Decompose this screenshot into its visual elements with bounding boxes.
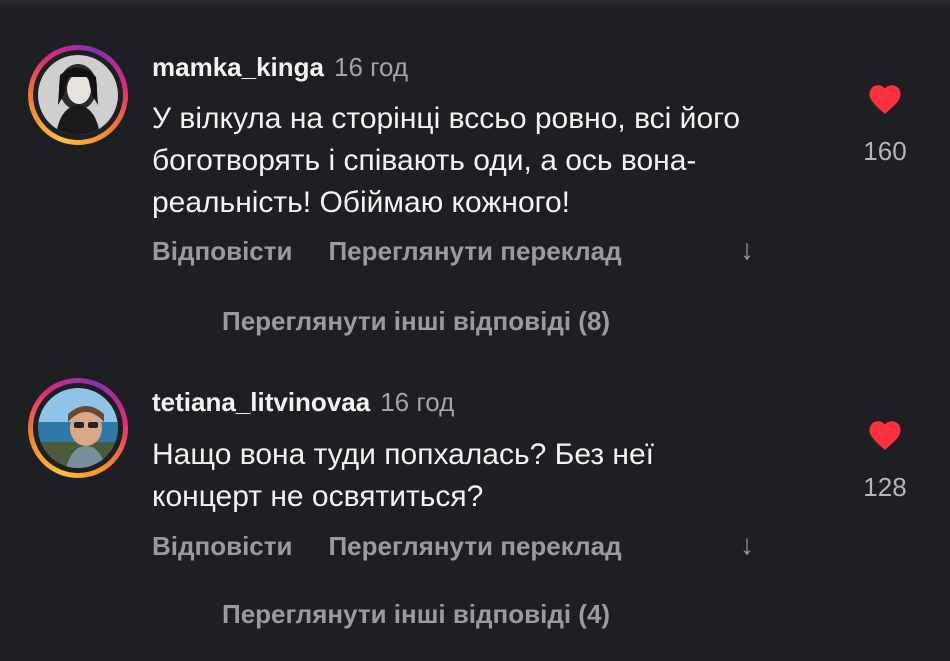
view-more-replies-button[interactable]: Переглянути інші відповіді (8) <box>222 306 610 337</box>
like-button[interactable]: 160 <box>855 84 915 167</box>
view-more-replies-button[interactable]: Переглянути інші відповіді (4) <box>222 599 610 630</box>
heart-icon[interactable] <box>868 420 902 450</box>
arrow-down-icon[interactable]: ↓ <box>740 234 754 266</box>
comment-text: Нащо вона туди попхалась? Без неї концер… <box>152 438 655 513</box>
view-translation-button[interactable]: Переглянути переклад <box>328 531 621 562</box>
comment-timestamp: 16 год <box>333 52 409 82</box>
like-count: 160 <box>863 136 907 166</box>
like-count: 128 <box>863 472 907 502</box>
comment-text: У вілкула на сторінці вссьо ровно, всі й… <box>152 102 741 219</box>
scroll-top-edge <box>0 0 950 8</box>
arrow-down-icon[interactable]: ↓ <box>740 529 754 561</box>
comment-username[interactable]: tetiana_litvinovaa 16 год <box>152 387 454 418</box>
like-button[interactable]: 128 <box>855 420 915 503</box>
heart-icon[interactable] <box>868 84 902 114</box>
comment-actions: Відповісти Переглянути переклад ↓ <box>152 529 754 562</box>
comment-actions: Відповісти Переглянути переклад ↓ <box>152 234 754 267</box>
avatar[interactable] <box>28 378 128 478</box>
reply-button[interactable]: Відповісти <box>152 236 292 267</box>
view-translation-button[interactable]: Переглянути переклад <box>328 236 621 267</box>
avatar[interactable] <box>28 45 128 145</box>
comment-username[interactable]: mamka_kinga 16 год <box>152 52 408 83</box>
avatar-photo <box>38 388 118 468</box>
avatar-photo <box>38 55 118 135</box>
reply-button[interactable]: Відповісти <box>152 531 292 562</box>
comment-timestamp: 16 год <box>380 387 455 417</box>
